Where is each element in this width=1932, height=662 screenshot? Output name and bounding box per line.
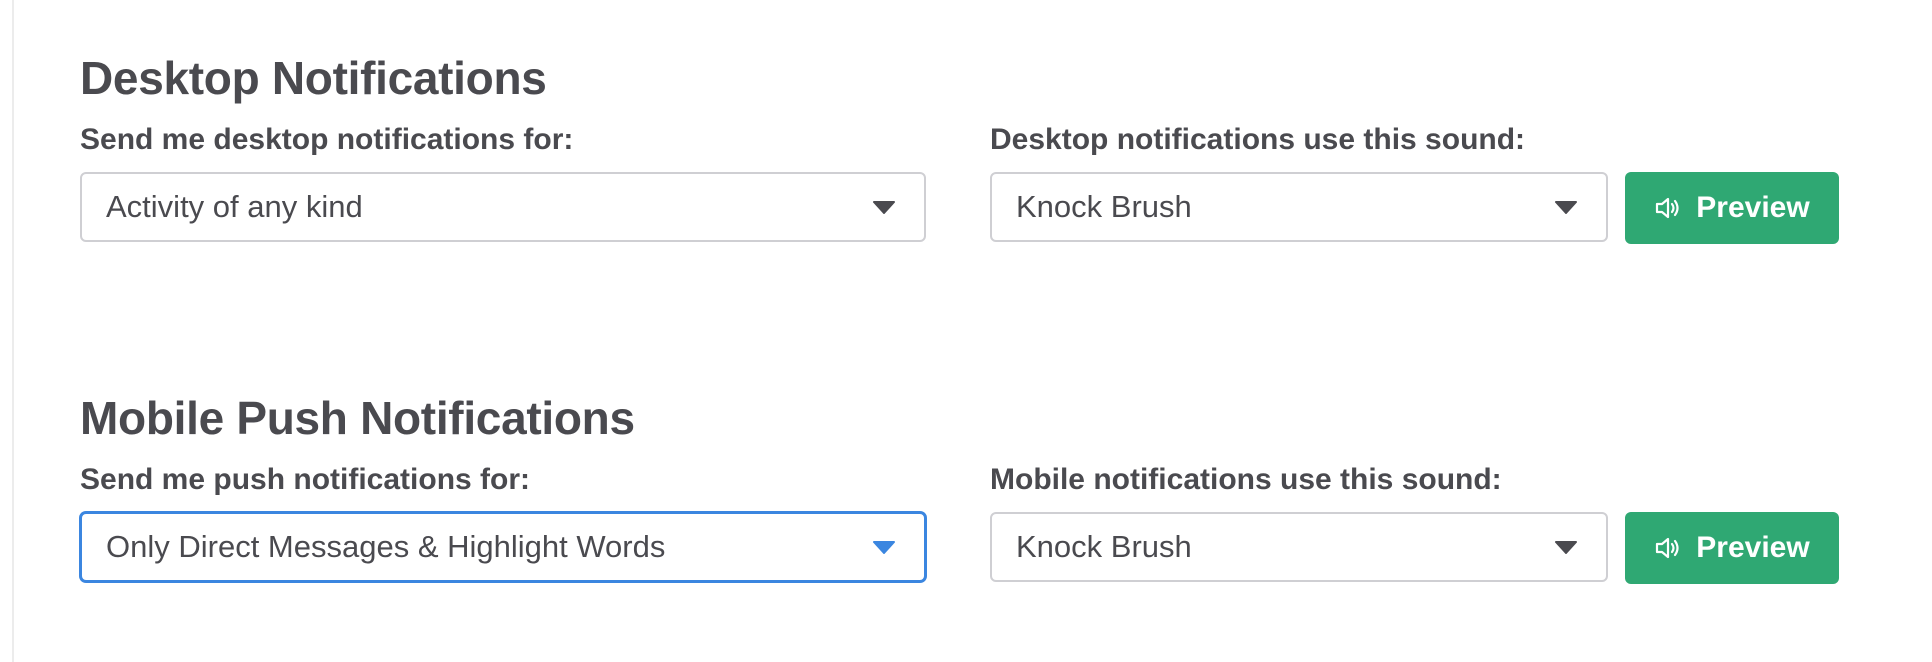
desktop-notifications-select-value: Activity of any kind: [106, 189, 363, 224]
chevron-down-icon: [1554, 540, 1578, 554]
desktop-sound-select-value: Knock Brush: [1016, 189, 1192, 224]
mobile-notifications-section: Mobile Push Notifications Send me push n…: [80, 390, 1840, 584]
speaker-icon: [1654, 534, 1682, 562]
chevron-down-icon: [872, 200, 896, 214]
preview-button-label: Preview: [1696, 191, 1810, 224]
desktop-sound-preview-button[interactable]: Preview: [1625, 172, 1839, 244]
speaker-icon: [1654, 194, 1682, 222]
desktop-notifications-section: Desktop Notifications Send me desktop no…: [80, 50, 1840, 244]
desktop-notifications-select[interactable]: Activity of any kind: [80, 172, 926, 242]
left-divider: [12, 0, 14, 662]
mobile-sound-select-value: Knock Brush: [1016, 529, 1192, 564]
mobile-notifications-select-value: Only Direct Messages & Highlight Words: [106, 529, 666, 564]
desktop-sound-select[interactable]: Knock Brush: [990, 172, 1608, 242]
desktop-notifications-title: Desktop Notifications: [80, 52, 547, 104]
mobile-sound-label: Mobile notifications use this sound:: [990, 463, 1502, 496]
mobile-notifications-row: Send me push notifications for: Mobile n…: [80, 460, 1840, 584]
desktop-notifications-row: Send me desktop notifications for: Deskt…: [80, 120, 1840, 244]
mobile-send-label: Send me push notifications for:: [80, 463, 531, 496]
chevron-down-icon: [872, 540, 896, 554]
desktop-send-label: Send me desktop notifications for:: [80, 123, 574, 156]
mobile-sound-preview-button[interactable]: Preview: [1625, 512, 1839, 584]
desktop-sound-label: Desktop notifications use this sound:: [990, 123, 1526, 156]
mobile-notifications-title: Mobile Push Notifications: [80, 392, 635, 444]
chevron-down-icon: [1554, 200, 1578, 214]
mobile-sound-select[interactable]: Knock Brush: [990, 512, 1608, 582]
preview-button-label: Preview: [1696, 531, 1810, 564]
mobile-notifications-select[interactable]: Only Direct Messages & Highlight Words: [80, 512, 926, 582]
